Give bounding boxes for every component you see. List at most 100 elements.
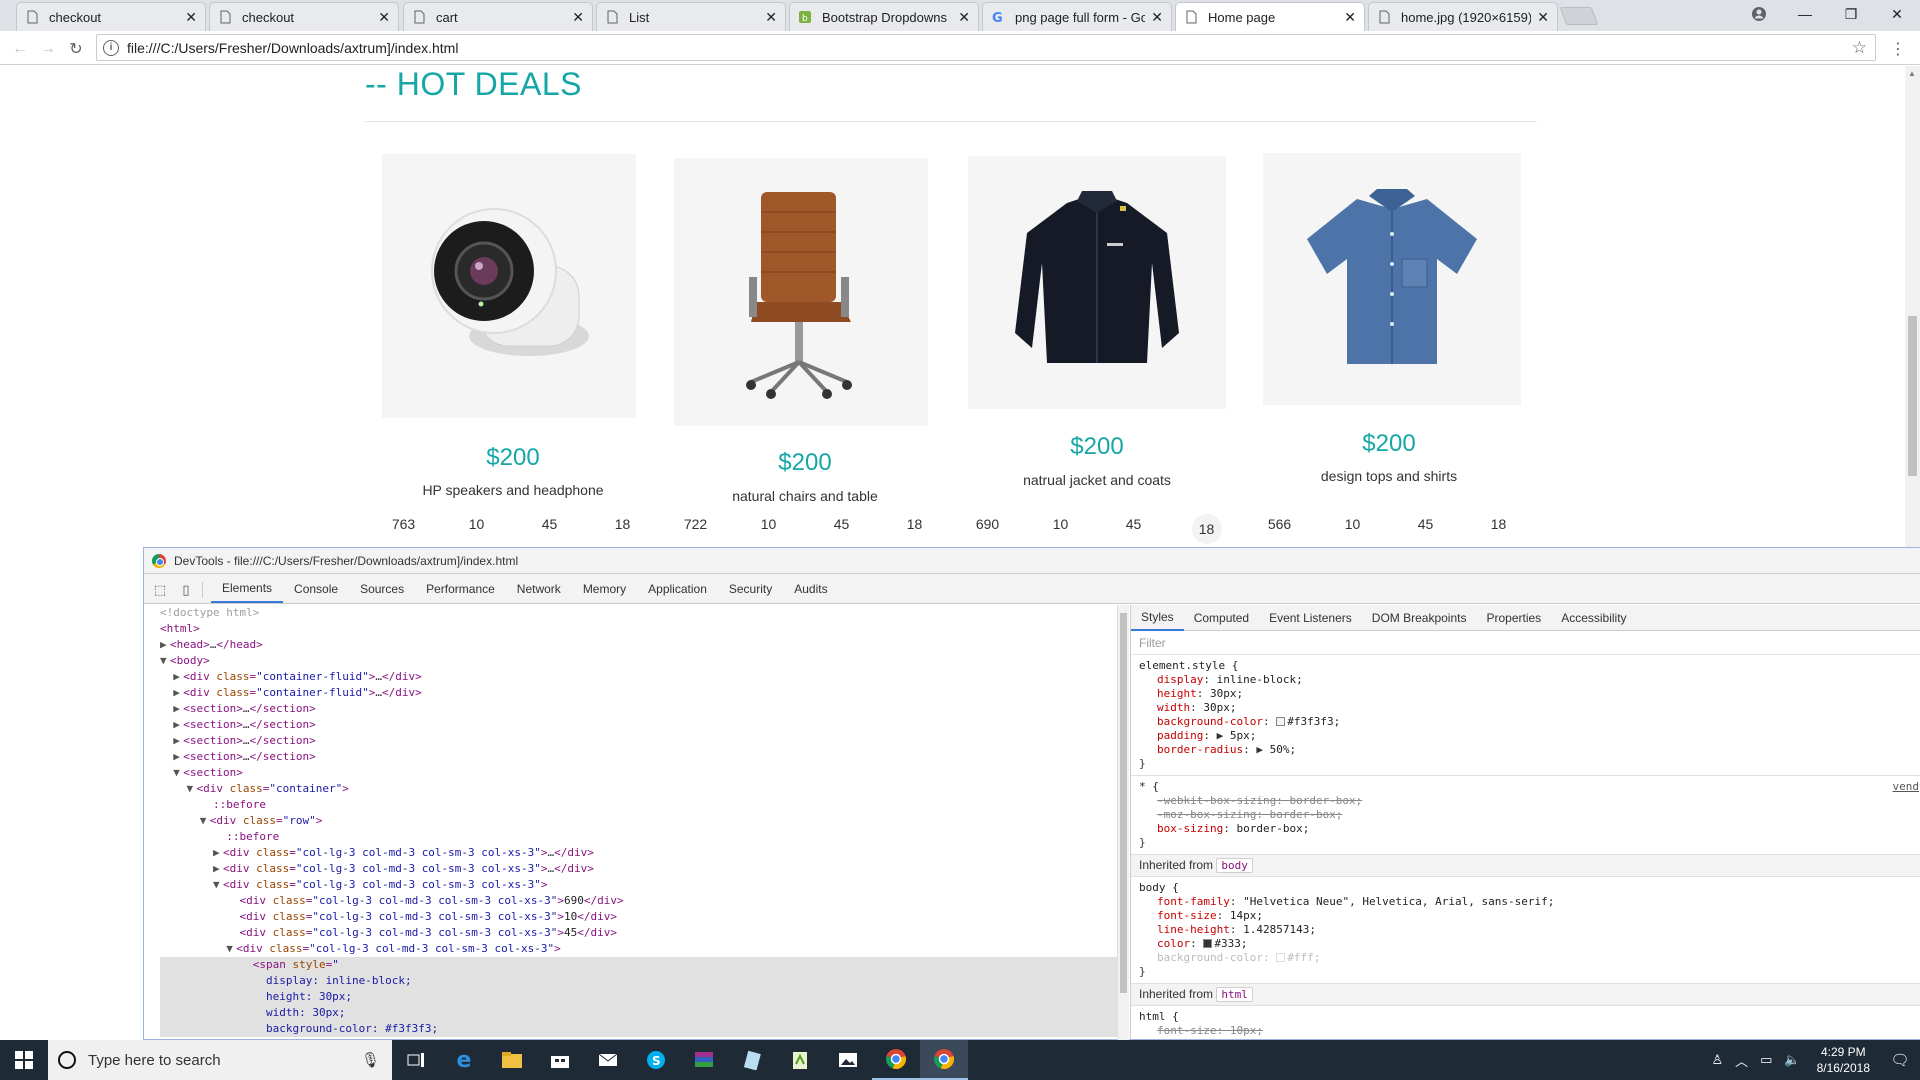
profile-icon[interactable] [1736, 0, 1782, 28]
dom-node[interactable]: <html> [160, 621, 1117, 637]
scrollbar-thumb[interactable] [1120, 613, 1127, 993]
tab-sources[interactable]: Sources [349, 575, 415, 603]
network-icon[interactable]: ▭ [1754, 1052, 1778, 1068]
close-icon[interactable]: ✕ [1151, 9, 1163, 26]
dom-node-selected[interactable]: display: inline-block; [160, 973, 1117, 989]
stylesheet-link[interactable]: vend [1893, 780, 1920, 794]
restore-button[interactable]: ❐ [1828, 0, 1874, 28]
scroll-up-arrow-icon[interactable]: ▲ [1908, 69, 1916, 78]
photos-icon[interactable] [824, 1040, 872, 1080]
menu-icon[interactable]: ⋮ [1890, 39, 1906, 59]
dom-node[interactable]: ▶ <div class="col-lg-3 col-md-3 col-sm-3 … [160, 861, 1117, 877]
css-rule-html[interactable]: html { font-size: 10px; [1131, 1006, 1920, 1041]
chrome-taskbar-icon[interactable] [872, 1040, 920, 1080]
product-card[interactable]: $200 natural chairs and table 722 10 45 … [659, 146, 951, 546]
people-icon[interactable]: ♙ [1705, 1052, 1729, 1068]
tab-checkout-1[interactable]: checkout ✕ [16, 2, 206, 31]
new-tab-button[interactable] [1559, 7, 1599, 25]
tab-home-jpg[interactable]: home.jpg (1920×6159) ✕ [1368, 2, 1558, 31]
body-link[interactable]: body [1216, 858, 1253, 873]
tab-properties[interactable]: Properties [1476, 605, 1551, 631]
tab-home-page[interactable]: Home page ✕ [1175, 2, 1365, 31]
tab-dom-breakpoints[interactable]: DOM Breakpoints [1362, 605, 1477, 631]
close-icon[interactable]: ✕ [378, 9, 390, 26]
dom-node-selected[interactable]: <span style=" [160, 957, 1117, 973]
css-rule-universal[interactable]: vend * { -webkit-box-sizing: border-box;… [1131, 776, 1920, 855]
dom-node[interactable]: ▼ <div class="row"> [160, 813, 1117, 829]
dom-node[interactable]: ▼ <div class="col-lg-3 col-md-3 col-sm-3 … [160, 941, 1117, 957]
dom-node[interactable]: <div class="col-lg-3 col-md-3 col-sm-3 c… [160, 925, 1117, 941]
windows-start-icon[interactable] [0, 1040, 48, 1080]
elements-scrollbar[interactable] [1117, 605, 1129, 1041]
tab-accessibility[interactable]: Accessibility [1551, 605, 1636, 631]
scrollbar-thumb[interactable] [1908, 316, 1917, 476]
close-icon[interactable]: ✕ [1344, 9, 1356, 26]
clock[interactable]: 4:29 PM 8/16/2018 [1807, 1044, 1880, 1076]
dom-node-selected[interactable]: background-color: #f3f3f3; [160, 1021, 1117, 1037]
forward-arrow-icon[interactable]: → [38, 39, 58, 59]
tab-console[interactable]: Console [283, 575, 349, 603]
dom-node[interactable]: ▶ <head>…</head> [160, 637, 1117, 653]
dom-node[interactable]: ::before [160, 829, 1117, 845]
mail-icon[interactable] [584, 1040, 632, 1080]
product-image-chair[interactable] [674, 158, 928, 426]
product-image-jacket[interactable] [968, 156, 1226, 409]
product-name[interactable]: design tops and shirts [1243, 468, 1535, 484]
task-view-icon[interactable] [392, 1040, 440, 1080]
product-name[interactable]: natrual jacket and coats [951, 472, 1243, 488]
chrome-taskbar-icon-active[interactable] [920, 1040, 968, 1080]
styles-filter-input[interactable]: Filter [1131, 631, 1920, 655]
dom-node[interactable]: ▶ <section>…</section> [160, 733, 1117, 749]
close-icon[interactable]: ✕ [1537, 9, 1549, 26]
edge-icon[interactable]: e [440, 1040, 488, 1080]
tab-event-listeners[interactable]: Event Listeners [1259, 605, 1362, 631]
close-icon[interactable]: ✕ [765, 9, 777, 26]
inspect-element-icon[interactable]: ⬚ [150, 577, 170, 603]
css-rule-element-style[interactable]: element.style { display: inline-block; h… [1131, 655, 1920, 776]
tab-memory[interactable]: Memory [572, 575, 637, 603]
dom-node[interactable]: ▶ <div class="col-lg-3 col-md-3 col-sm-3 … [160, 845, 1117, 861]
dom-node[interactable]: <!doctype html> [160, 605, 1117, 621]
file-explorer-icon[interactable] [488, 1040, 536, 1080]
taskbar-search-input[interactable]: Type here to search 🎙 [48, 1040, 392, 1080]
tab-checkout-2[interactable]: checkout ✕ [209, 2, 399, 31]
tab-google-search[interactable]: G png page full form - Goo ✕ [982, 2, 1172, 31]
dom-node[interactable]: ▼ <div class="col-lg-3 col-md-3 col-sm-3 … [160, 877, 1117, 893]
product-image-camera[interactable] [382, 154, 636, 418]
elements-tree[interactable]: <!doctype html> <html> ▶ <head>…</head> ▼… [144, 605, 1117, 1041]
close-icon[interactable]: ✕ [185, 9, 197, 26]
dom-node[interactable]: ▶ <div class="container-fluid">…</div> [160, 685, 1117, 701]
tab-network[interactable]: Network [506, 575, 572, 603]
dom-node-selected[interactable]: height: 30px; [160, 989, 1117, 1005]
html-link[interactable]: html [1216, 987, 1253, 1002]
device-toolbar-icon[interactable]: ▯ [176, 577, 196, 603]
window-close-button[interactable]: ✕ [1874, 0, 1920, 28]
tab-security[interactable]: Security [718, 575, 783, 603]
tab-list[interactable]: List ✕ [596, 2, 786, 31]
dom-node[interactable]: ▶ <section>…</section> [160, 717, 1117, 733]
winrar-icon[interactable] [680, 1040, 728, 1080]
product-card[interactable]: $200 design tops and shirts 566 10 45 18 [1243, 146, 1535, 546]
show-hidden-icons-chevron-icon[interactable]: ︿ [1729, 1051, 1754, 1070]
skype-icon[interactable]: S [632, 1040, 680, 1080]
notepad-icon[interactable] [728, 1040, 776, 1080]
dom-node[interactable]: ::before [160, 797, 1117, 813]
volume-icon[interactable]: 🔈 [1778, 1052, 1806, 1068]
product-image-shirt[interactable] [1263, 153, 1521, 405]
css-rule-body[interactable]: body { font-family: "Helvetica Neue", He… [1131, 877, 1920, 984]
dom-node[interactable]: ▶ <div class="container-fluid">…</div> [160, 669, 1117, 685]
dom-node[interactable]: ▼ <div class="container"> [160, 781, 1117, 797]
notepad-plus-icon[interactable] [776, 1040, 824, 1080]
tab-performance[interactable]: Performance [415, 575, 506, 603]
dom-node-selected[interactable]: width: 30px; [160, 1005, 1117, 1021]
minimize-button[interactable]: — [1782, 0, 1828, 28]
bookmark-star-icon[interactable]: ☆ [1852, 38, 1867, 58]
product-name[interactable]: natural chairs and table [659, 488, 951, 504]
info-icon[interactable]: i [103, 39, 119, 56]
page-scrollbar[interactable]: ▲ [1905, 66, 1920, 547]
product-card[interactable]: $200 natrual jacket and coats 690 10 45 … [951, 146, 1243, 546]
dom-node[interactable]: ▼ <section> [160, 765, 1117, 781]
product-name[interactable]: HP speakers and headphone [367, 482, 659, 498]
microphone-icon[interactable]: 🎙 [361, 1051, 380, 1069]
tab-computed[interactable]: Computed [1184, 605, 1259, 631]
